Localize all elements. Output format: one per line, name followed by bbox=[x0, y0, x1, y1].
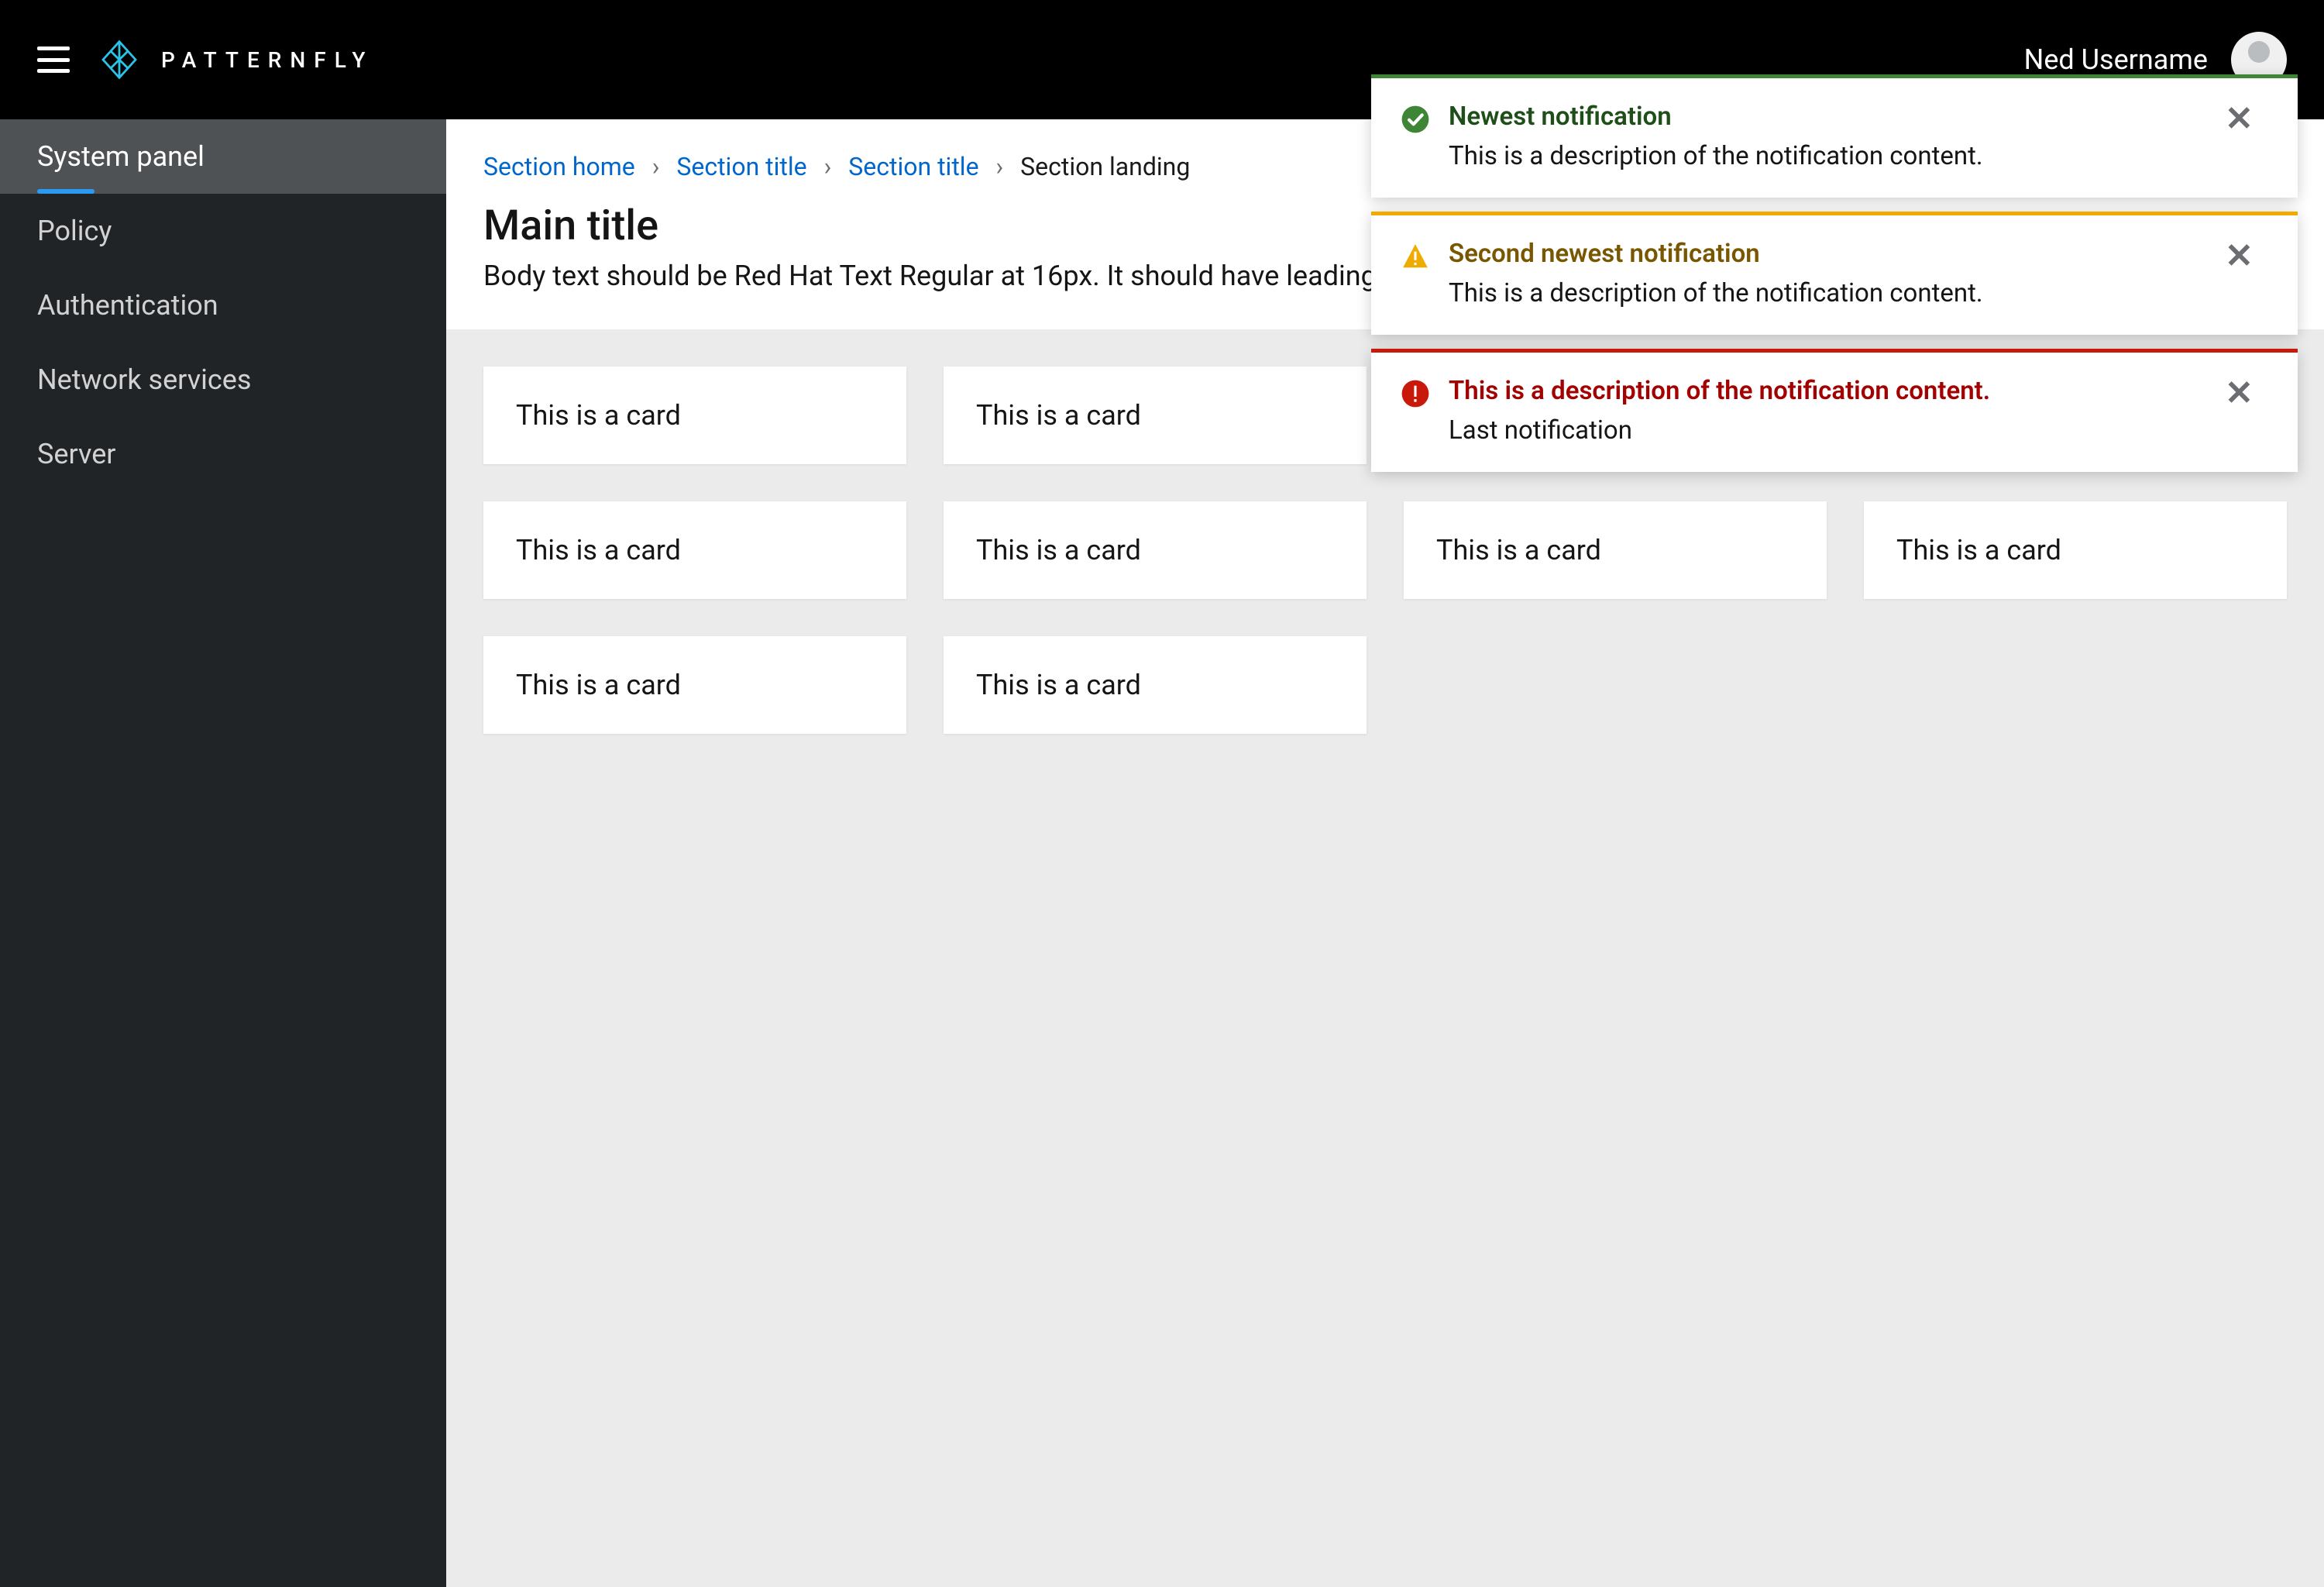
card[interactable]: This is a card bbox=[483, 367, 906, 464]
sidebar-item-server[interactable]: Server bbox=[0, 417, 446, 491]
close-button[interactable]: ✕ bbox=[2225, 239, 2268, 273]
toast-body: Second newest notification This is a desc… bbox=[1444, 239, 2225, 308]
card-body: This is a card bbox=[1896, 534, 2061, 566]
sidebar-nav: System panel Policy Authentication Network … bbox=[0, 119, 446, 1587]
breadcrumb-item[interactable]: Section home bbox=[483, 152, 635, 181]
breadcrumb-item[interactable]: Section title bbox=[848, 152, 978, 181]
toast-description: This is a description of the notificatio… bbox=[1449, 278, 2225, 308]
header-left: PATTERNFLY bbox=[37, 38, 373, 81]
toast-title: Second newest notification bbox=[1449, 239, 2225, 269]
warning-icon bbox=[1401, 242, 1430, 271]
toast-title: Newest notification bbox=[1449, 102, 2225, 132]
menu-toggle-button[interactable] bbox=[37, 46, 70, 73]
card[interactable]: This is a card bbox=[944, 501, 1367, 599]
success-icon bbox=[1401, 105, 1430, 134]
brand-logo[interactable]: PATTERNFLY bbox=[98, 38, 373, 81]
sidebar-item-label: Policy bbox=[37, 215, 112, 247]
sidebar-item-label: Server bbox=[37, 438, 115, 470]
sidebar-item-network-services[interactable]: Network services bbox=[0, 343, 446, 417]
breadcrumb-separator-icon: › bbox=[824, 152, 832, 181]
breadcrumb-separator-icon: › bbox=[652, 152, 660, 181]
close-button[interactable]: ✕ bbox=[2225, 376, 2268, 410]
card[interactable]: This is a card bbox=[1864, 501, 2287, 599]
card-body: This is a card bbox=[976, 399, 1141, 432]
toast-alert-success: Newest notification This is a description… bbox=[1371, 74, 2298, 198]
sidebar-item-label: System panel bbox=[37, 140, 205, 173]
sidebar-item-label: Authentication bbox=[37, 289, 218, 322]
breadcrumb-item[interactable]: Section title bbox=[676, 152, 806, 181]
breadcrumb-separator-icon: › bbox=[996, 152, 1004, 181]
toast-alert-danger: This is a description of the notificatio… bbox=[1371, 349, 2298, 472]
danger-icon bbox=[1401, 379, 1430, 408]
sidebar-item-label: Network services bbox=[37, 363, 251, 396]
card-body: This is a card bbox=[976, 534, 1141, 566]
sidebar-item-policy[interactable]: Policy bbox=[0, 194, 446, 268]
toast-group: Newest notification This is a description… bbox=[1371, 74, 2298, 472]
card[interactable]: This is a card bbox=[483, 501, 906, 599]
card-body: This is a card bbox=[976, 669, 1141, 701]
close-button[interactable]: ✕ bbox=[2225, 102, 2268, 136]
card[interactable]: This is a card bbox=[944, 636, 1367, 734]
card[interactable]: This is a card bbox=[944, 367, 1367, 464]
card-body: This is a card bbox=[516, 399, 681, 432]
sidebar-item-authentication[interactable]: Authentication bbox=[0, 268, 446, 343]
card-body: This is a card bbox=[1436, 534, 1601, 566]
toast-description: Last notification bbox=[1449, 415, 2225, 446]
toast-title: This is a description of the notificatio… bbox=[1449, 376, 2225, 406]
brand-text: PATTERNFLY bbox=[161, 47, 373, 73]
sidebar-item-system-panel[interactable]: System panel bbox=[0, 119, 446, 194]
toast-body: Newest notification This is a description… bbox=[1444, 102, 2225, 171]
brand-icon bbox=[98, 38, 141, 81]
username-label[interactable]: Ned Username bbox=[2024, 43, 2208, 76]
breadcrumb-item: Section landing bbox=[1020, 152, 1190, 181]
card[interactable]: This is a card bbox=[1404, 501, 1827, 599]
toast-body: This is a description of the notificatio… bbox=[1444, 376, 2225, 446]
card-body: This is a card bbox=[516, 534, 681, 566]
toast-alert-warning: Second newest notification This is a desc… bbox=[1371, 212, 2298, 335]
card-body: This is a card bbox=[516, 669, 681, 701]
card[interactable]: This is a card bbox=[483, 636, 906, 734]
toast-description: This is a description of the notificatio… bbox=[1449, 141, 2225, 171]
